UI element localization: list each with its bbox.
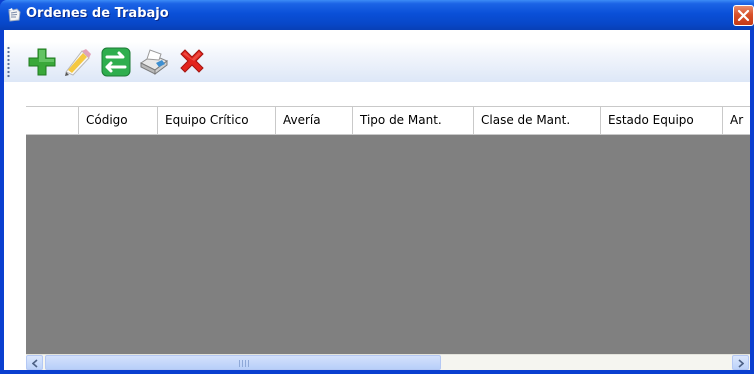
column-header-tipo-mant[interactable]: Tipo de Mant. [353, 107, 474, 134]
toolbar-grip[interactable] [7, 46, 10, 78]
chevron-left-icon [32, 359, 38, 368]
title-bar[interactable]: Ordenes de Trabajo [0, 0, 754, 30]
pencil-icon [65, 49, 91, 76]
transfer-button[interactable] [98, 44, 134, 80]
grid-header: Código Equipo Crítico Avería Tipo de Man… [26, 106, 750, 135]
column-header-area[interactable]: Ar [723, 107, 750, 134]
close-button[interactable] [733, 5, 754, 26]
scroll-left-button[interactable] [26, 355, 43, 370]
data-grid[interactable]: Código Equipo Crítico Avería Tipo de Man… [26, 106, 750, 354]
form-icon [6, 7, 22, 23]
client-background: Código Equipo Crítico Avería Tipo de Man… [4, 30, 750, 370]
printer-icon [140, 49, 168, 75]
delete-button[interactable] [174, 44, 210, 80]
window-title: Ordenes de Trabajo [26, 6, 169, 21]
scrollbar-thumb[interactable] [45, 355, 441, 370]
column-header-averia[interactable]: Avería [276, 107, 353, 134]
row-header-corner[interactable] [26, 107, 79, 134]
window-frame: Ordenes de Trabajo Código Equipo Crítico… [0, 0, 754, 374]
column-header-estado-equipo[interactable]: Estado Equipo [601, 107, 723, 134]
column-header-clase-mant[interactable]: Clase de Mant. [474, 107, 601, 134]
client-area: Código Equipo Crítico Avería Tipo de Man… [4, 30, 750, 370]
column-header-codigo[interactable]: Código [79, 107, 158, 134]
x-icon [180, 49, 204, 73]
edit-button[interactable] [60, 44, 96, 80]
column-header-equipo-critico[interactable]: Equipo Crítico [158, 107, 276, 134]
horizontal-scrollbar[interactable] [26, 354, 750, 370]
print-button[interactable] [136, 44, 172, 80]
chevron-right-icon [738, 359, 744, 368]
arrows-icon [101, 47, 131, 77]
close-icon [737, 9, 750, 22]
toolbar [4, 42, 750, 82]
scrollbar-grip [239, 360, 249, 367]
add-button[interactable] [24, 44, 60, 80]
plus-icon [28, 48, 56, 76]
scroll-right-button[interactable] [732, 355, 749, 370]
